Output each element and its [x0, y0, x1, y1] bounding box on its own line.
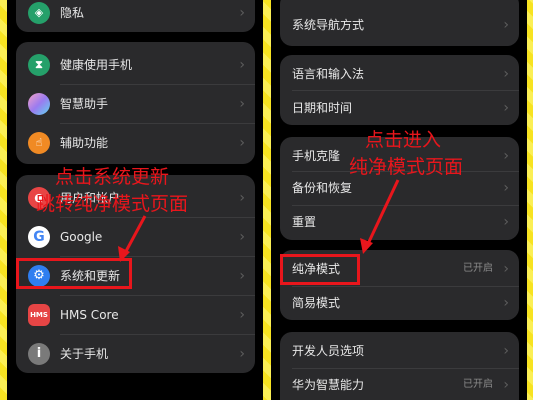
right-settings-screen: 系统导航方式 › 语言和输入法 › 日期和时间 › 手机克隆 › 备份和恢复 ›… [271, 0, 527, 400]
annotation-arrow [118, 215, 147, 262]
left-settings-screen: ◈ 隐私 › ⧗ 健康使用手机 › 智慧助手 › ☝ 辅助功能 › ● 用户和帐… [7, 0, 263, 400]
annotation-arrow [360, 179, 400, 254]
